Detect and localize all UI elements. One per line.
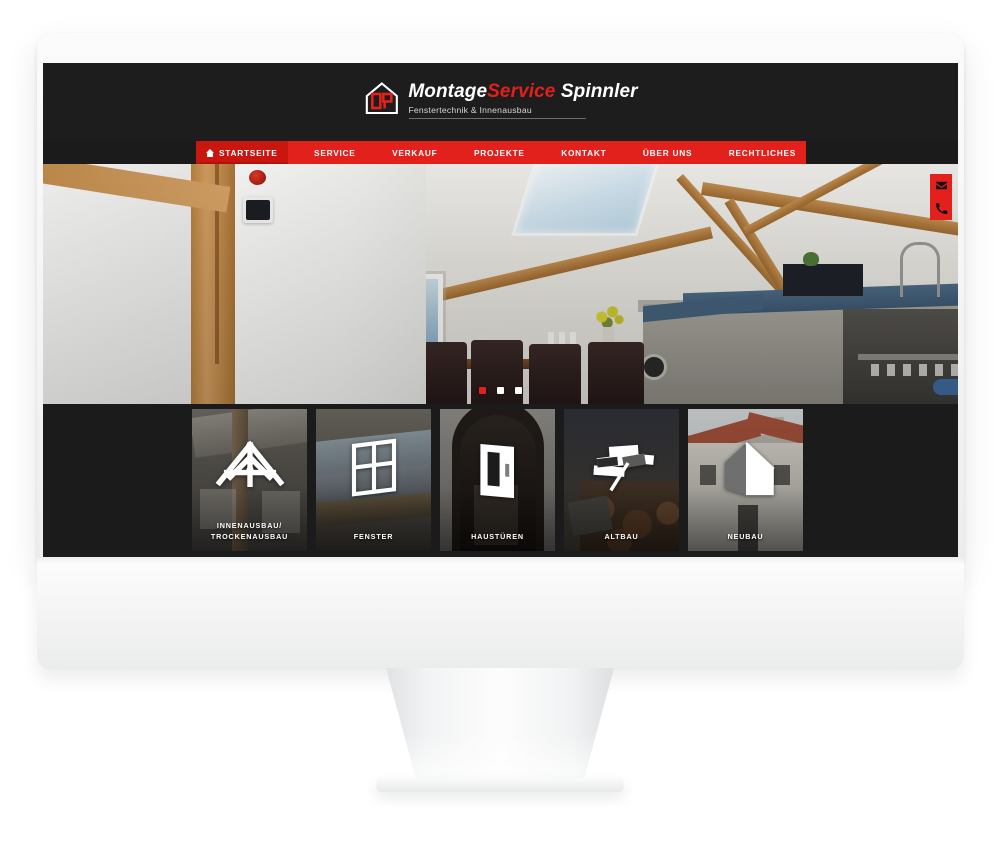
tile-label-altbau-line1: ALTBAU: [604, 532, 639, 542]
side-contact-buttons: [930, 174, 952, 220]
nav-spacer-6: [702, 141, 719, 164]
slider-dot-3[interactable]: [515, 387, 522, 394]
slider-dot-1[interactable]: [479, 387, 486, 394]
slider-dots: [43, 387, 958, 394]
category-tile-innenausbau[interactable]: INNENAUSBAU/ TROCKENAUSBAU: [192, 409, 307, 551]
envelope-icon: [935, 181, 947, 190]
tile-label-neubau: NEUBAU: [688, 532, 803, 543]
nav-item-kontakt[interactable]: KONTAKT: [551, 141, 616, 164]
tile-label-innenausbau-line2: TROCKENAUSBAU: [210, 532, 289, 542]
nav-item-verkauf[interactable]: VERKAUF: [382, 141, 447, 164]
nav-item-service[interactable]: SERVICE: [304, 141, 366, 164]
home-icon: [206, 148, 214, 157]
nav-label-rechtliches: RECHTLICHES: [728, 147, 797, 158]
nav-label-verkauf: VERKAUF: [392, 147, 438, 158]
monitor-stand-neck-highlight: [386, 668, 614, 786]
monitor-chin-edge: [37, 556, 964, 564]
nav-label-projekte: PROJEKTE: [473, 147, 525, 158]
tile-label-innenausbau-line1: INNENAUSBAU/: [216, 521, 283, 531]
tile-label-haustueren: HAUSTÜREN: [440, 532, 555, 543]
tile-label-innenausbau: INNENAUSBAU/ TROCKENAUSBAU: [192, 521, 307, 543]
logo-title: MontageService Spinnler: [408, 82, 637, 101]
screenshot-stage: MontageService Spinnler Fenstertechnik &…: [0, 0, 1001, 848]
nav-spacer-2: [366, 141, 383, 164]
phone-button[interactable]: [930, 197, 952, 220]
site-header: MontageService Spinnler Fenstertechnik &…: [43, 63, 958, 141]
email-button[interactable]: [930, 174, 952, 197]
category-tile-altbau[interactable]: ALTBAU: [564, 409, 679, 551]
site-logo[interactable]: MontageService Spinnler Fenstertechnik &…: [363, 80, 638, 119]
hero-slider[interactable]: [43, 164, 958, 404]
new-house-icon: [688, 423, 803, 515]
monitor-stand-foot: [376, 778, 624, 792]
window-icon: [316, 423, 431, 515]
nav-item-projekte[interactable]: PROJEKTE: [464, 141, 535, 164]
nav-label-startseite: STARTSEITE: [219, 147, 278, 158]
browser-viewport: MontageService Spinnler Fenstertechnik &…: [43, 63, 958, 557]
nav-spacer-4: [535, 141, 552, 164]
main-navigation: STARTSEITE SERVICE VERKAUF PROJEKTE KONT…: [196, 141, 806, 164]
tile-label-neubau-line1: NEUBAU: [727, 532, 764, 542]
tile-label-fenster-line1: FENSTER: [353, 532, 394, 542]
logo-title-part2: Service: [487, 81, 556, 102]
category-tile-neubau[interactable]: NEUBAU: [688, 409, 803, 551]
logo-title-part1: Montage: [408, 81, 488, 102]
nav-label-service: SERVICE: [314, 147, 356, 158]
door-icon: [440, 423, 555, 515]
tile-label-fenster: FENSTER: [316, 532, 431, 543]
phone-icon: [935, 203, 947, 215]
category-tile-haustueren[interactable]: HAUSTÜREN: [440, 409, 555, 551]
truss-icon: [192, 423, 307, 515]
nav-spacer-3: [447, 141, 464, 164]
old-building-icon: [564, 423, 679, 515]
nav-item-startseite[interactable]: STARTSEITE: [196, 141, 288, 164]
slider-dot-2[interactable]: [497, 387, 504, 394]
tile-label-altbau: ALTBAU: [564, 532, 679, 543]
tile-label-haustueren-line1: HAUSTÜREN: [471, 532, 524, 542]
monitor-chin: [37, 556, 964, 670]
nav-label-ueber-uns: ÜBER UNS: [642, 147, 693, 158]
house-logo-icon: [363, 80, 399, 116]
category-tiles: INNENAUSBAU/ TROCKENAUSBAU FENSTER HAUST…: [192, 409, 809, 551]
nav-spacer-5: [616, 141, 633, 164]
nav-item-rechtliches[interactable]: RECHTLICHES: [719, 141, 806, 164]
nav-label-kontakt: KONTAKT: [561, 147, 607, 158]
category-tile-fenster[interactable]: FENSTER: [316, 409, 431, 551]
logo-text-block: MontageService Spinnler Fenstertechnik &…: [408, 80, 638, 119]
logo-title-part3: Spinnler: [555, 81, 638, 102]
nav-spacer-1: [288, 141, 305, 164]
nav-item-ueber-uns[interactable]: ÜBER UNS: [633, 141, 702, 164]
hero-overlay: [43, 164, 958, 404]
logo-subtitle: Fenstertechnik & Innenausbau: [408, 105, 586, 119]
